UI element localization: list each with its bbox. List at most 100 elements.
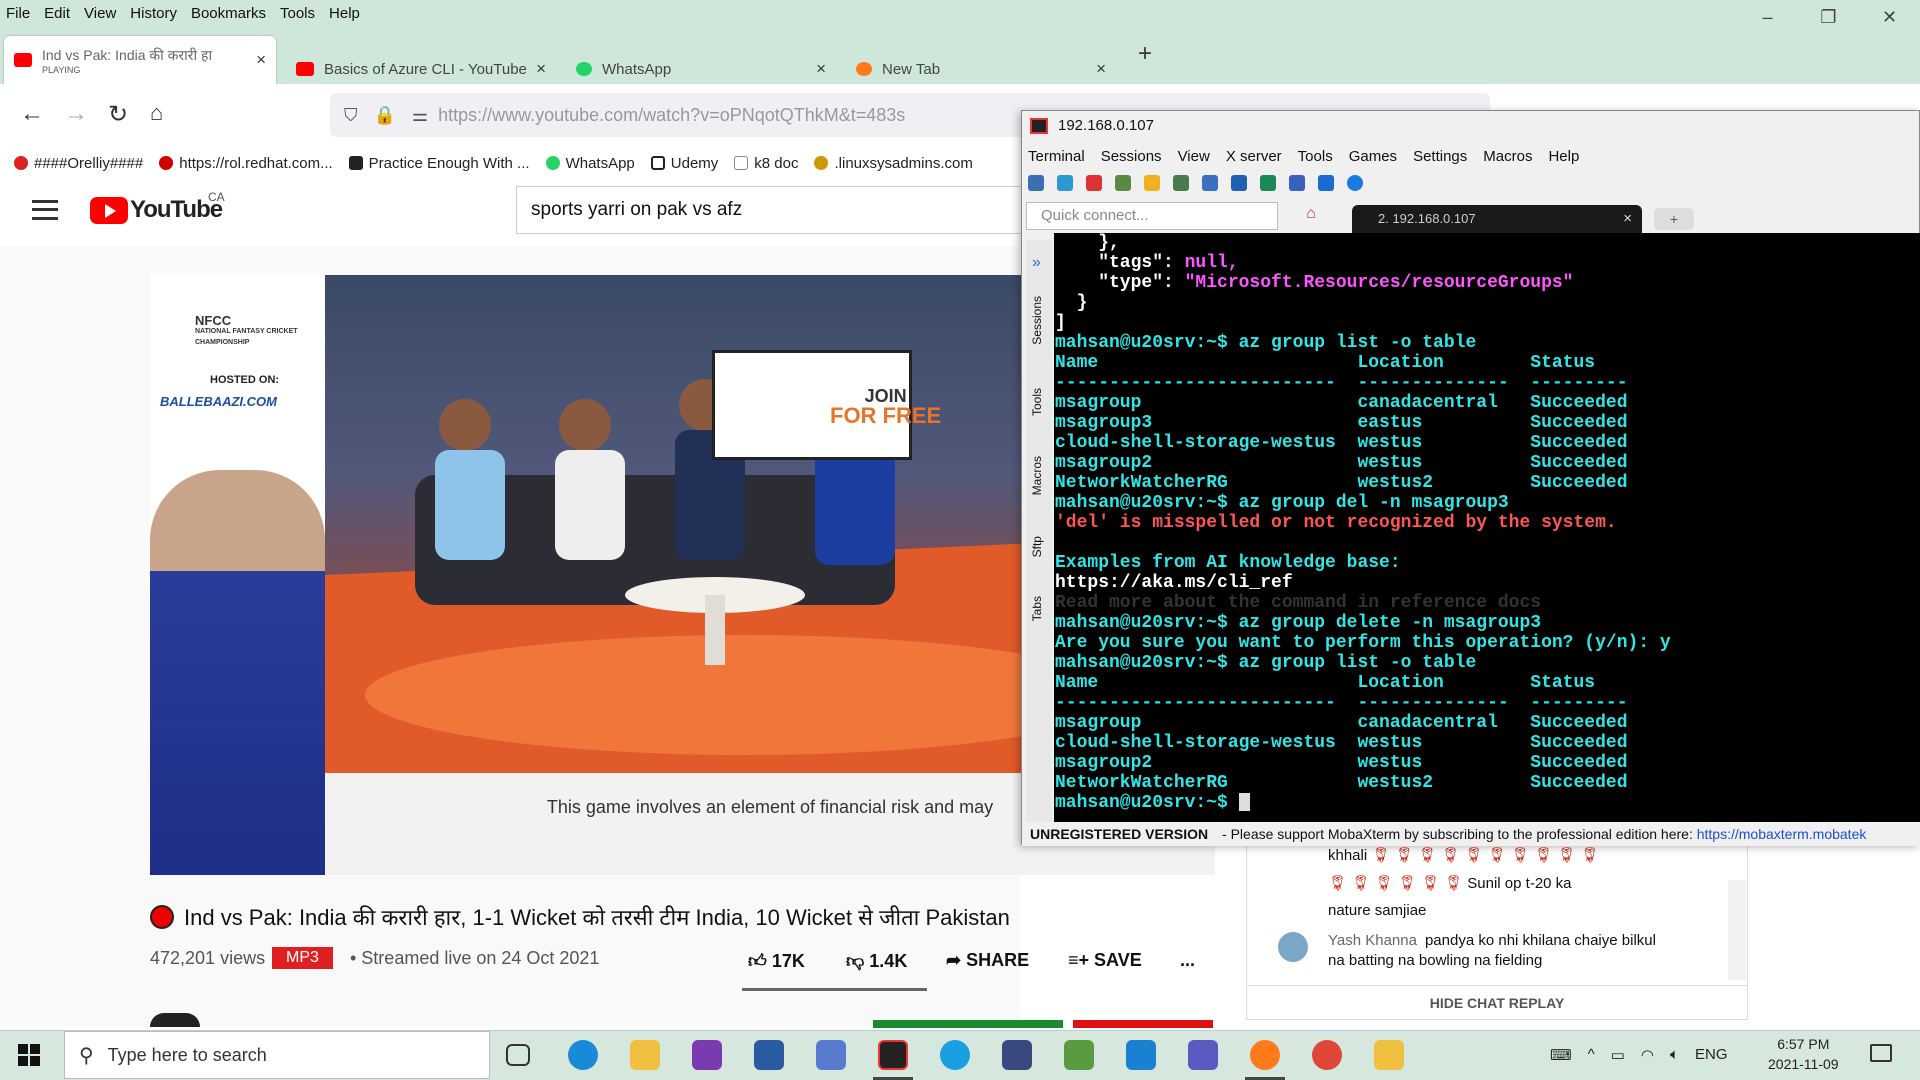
menu-file[interactable]: File: [6, 5, 30, 22]
bookmark-whatsapp[interactable]: WhatsApp: [545, 155, 635, 172]
chat-scrollbar[interactable]: [1728, 880, 1746, 980]
app-icon[interactable]: [754, 1040, 784, 1070]
network-app-icon[interactable]: [816, 1040, 846, 1070]
close-tab-icon[interactable]: ×: [536, 59, 546, 79]
new-tab-button[interactable]: +: [1138, 40, 1152, 68]
edge-icon[interactable]: [568, 1040, 598, 1070]
menu-help[interactable]: Help: [1548, 148, 1579, 165]
reload-icon[interactable]: ↻: [108, 100, 128, 129]
close-tab-icon[interactable]: ×: [1096, 59, 1106, 79]
lock-icon[interactable]: 🔒: [374, 105, 396, 126]
mobaxterm-taskbar-icon[interactable]: [878, 1040, 908, 1070]
skype-icon[interactable]: [940, 1040, 970, 1070]
menu-history[interactable]: History: [130, 5, 177, 22]
virtualbox-icon[interactable]: [1002, 1040, 1032, 1070]
search-input[interactable]: sports yarri on pak vs afz: [516, 186, 1036, 234]
clock[interactable]: 6:57 PM 2021-11-09: [1768, 1034, 1839, 1074]
menu-games[interactable]: Games: [1349, 148, 1397, 165]
hamburger-menu-icon[interactable]: [32, 200, 58, 220]
chart-app-icon[interactable]: [1064, 1040, 1094, 1070]
subscribe-button[interactable]: [1073, 1020, 1213, 1028]
close-tab-icon[interactable]: ×: [1623, 205, 1632, 233]
close-tab-icon[interactable]: ×: [816, 59, 826, 79]
chrome-icon[interactable]: [1312, 1040, 1342, 1070]
share-button[interactable]: ➦ SHARE: [946, 950, 1029, 971]
close-tab-icon[interactable]: ×: [256, 50, 266, 70]
hide-chat-replay-button[interactable]: HIDE CHAT REPLAY: [1246, 985, 1748, 1020]
sidebar-tab-sftp[interactable]: Sftp: [1030, 536, 1044, 557]
exit-icon[interactable]: [1289, 175, 1305, 191]
keyboard-icon[interactable]: ⌨: [1550, 1046, 1572, 1064]
save-button[interactable]: ≡+ SAVE: [1068, 950, 1142, 971]
language-indicator[interactable]: ENG: [1695, 1046, 1728, 1064]
file-explorer-icon[interactable]: [630, 1040, 660, 1070]
menu-tools[interactable]: Tools: [280, 5, 315, 22]
sessions-icon[interactable]: [1115, 175, 1131, 191]
sidebar-tab-tools[interactable]: Tools: [1030, 388, 1044, 416]
sidebar-tab-tabs[interactable]: Tabs: [1030, 596, 1044, 621]
bookmark-redhat[interactable]: https://rol.redhat.com...: [159, 155, 333, 172]
firefox-icon[interactable]: [1250, 1040, 1280, 1070]
menu-terminal[interactable]: Terminal: [1028, 148, 1085, 165]
menu-macros[interactable]: Macros: [1483, 148, 1532, 165]
dislike-button[interactable]: 👎︎ 1.4K: [846, 950, 907, 972]
view-icon[interactable]: [1173, 175, 1189, 191]
menu-settings[interactable]: Settings: [1413, 148, 1467, 165]
teams-icon[interactable]: [1188, 1040, 1218, 1070]
network-icon[interactable]: [1231, 175, 1247, 191]
remote-desktop-icon[interactable]: [1126, 1040, 1156, 1070]
xserver-icon[interactable]: [1260, 175, 1276, 191]
windows-start-icon[interactable]: [18, 1044, 40, 1066]
mp3-button[interactable]: MP3: [272, 947, 333, 969]
session-icon[interactable]: [1028, 175, 1044, 191]
sidebar-tab-macros[interactable]: Macros: [1030, 456, 1044, 495]
onenote-icon[interactable]: [692, 1040, 722, 1070]
more-actions-icon[interactable]: ...: [1180, 950, 1195, 971]
tab-youtube-playing[interactable]: Ind vs Pak: India की करारी हा PLAYING ×: [4, 36, 276, 84]
forward-icon[interactable]: →: [64, 100, 88, 128]
permissions-icon[interactable]: ⚌: [412, 105, 428, 126]
terminal-output[interactable]: }, "tags": null, "type": "Microsoft.Reso…: [1054, 233, 1920, 822]
servers-icon[interactable]: [1057, 175, 1073, 191]
star-icon[interactable]: [1144, 175, 1160, 191]
youtube-logo[interactable]: YouTube: [90, 196, 223, 224]
sticky-app-icon[interactable]: [1374, 1040, 1404, 1070]
bookmark-udemy[interactable]: Udemy: [650, 155, 718, 172]
terminal-tab[interactable]: 2. 192.168.0.107 ×: [1352, 205, 1642, 233]
bookmark-linuxsysadmins[interactable]: .linuxsysadmins.com: [814, 155, 973, 172]
menu-xserver[interactable]: X server: [1226, 148, 1282, 165]
split-icon[interactable]: [1202, 175, 1218, 191]
menu-help[interactable]: Help: [329, 5, 360, 22]
home-tab-icon[interactable]: ⌂: [1296, 205, 1326, 231]
collapse-sidebar-icon[interactable]: »: [1032, 254, 1041, 272]
help-icon[interactable]: [1347, 175, 1363, 191]
menu-view[interactable]: View: [84, 5, 116, 22]
new-tab-button[interactable]: +: [1654, 208, 1694, 230]
channel-avatar[interactable]: [150, 1013, 200, 1027]
taskbar-search[interactable]: ⚲ Type here to search: [64, 1031, 490, 1079]
battery-icon[interactable]: ▭: [1611, 1046, 1625, 1064]
tools-icon[interactable]: [1086, 175, 1102, 191]
mobaxterm-link[interactable]: https://mobaxterm.mobatek: [1697, 826, 1867, 842]
menu-view[interactable]: View: [1178, 148, 1210, 165]
quick-connect-input[interactable]: Quick connect...: [1026, 202, 1278, 230]
join-button[interactable]: [873, 1020, 1063, 1028]
settings-icon[interactable]: [1318, 175, 1334, 191]
menu-bookmarks[interactable]: Bookmarks: [191, 5, 266, 22]
shield-icon[interactable]: ⛉: [344, 105, 358, 126]
like-button[interactable]: 👍︎ 17K: [748, 950, 805, 972]
task-view-icon[interactable]: [506, 1044, 530, 1066]
menu-sessions[interactable]: Sessions: [1101, 148, 1162, 165]
chevron-up-icon[interactable]: ^: [1588, 1046, 1595, 1064]
menu-edit[interactable]: Edit: [44, 5, 70, 22]
menu-tools[interactable]: Tools: [1298, 148, 1333, 165]
sidebar-tab-sessions[interactable]: Sessions: [1030, 296, 1044, 345]
bookmark-practice[interactable]: Practice Enough With ...: [348, 155, 530, 172]
notification-icon[interactable]: [1870, 1044, 1892, 1062]
back-icon[interactable]: ←: [20, 100, 44, 128]
bookmark-k8doc[interactable]: k8 doc: [734, 155, 798, 172]
home-icon[interactable]: ⌂: [150, 100, 163, 126]
bookmark-orelliy[interactable]: ####Orelliy####: [14, 155, 143, 172]
volume-icon[interactable]: 🔈︎: [1670, 1046, 1679, 1064]
wifi-icon[interactable]: ◠: [1641, 1046, 1654, 1064]
